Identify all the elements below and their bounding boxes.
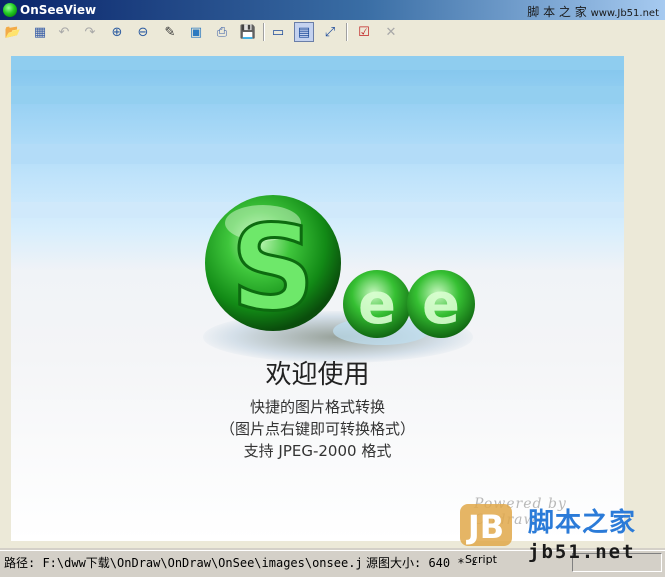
image-view-area[interactable]: S e e 欢迎使用 快捷的图片格式转换 （图片点右键即可转换格式） 支持 JP…: [0, 44, 665, 548]
sky-band: [11, 86, 624, 104]
welcome-line-3: 支持 JPEG-2000 格式: [243, 442, 392, 460]
toolbar-separator: [263, 23, 265, 41]
watermark-site-name: 脚本之家: [528, 508, 637, 538]
logo-letter-s: S: [231, 199, 316, 337]
view-fullscreen-icon[interactable]: ⤢: [320, 22, 340, 42]
window-title: OnSeeView: [20, 3, 97, 17]
redo-icon[interactable]: ↷: [80, 22, 100, 42]
displayed-image[interactable]: S e e 欢迎使用 快捷的图片格式转换 （图片点右键即可转换格式） 支持 JP…: [11, 56, 624, 541]
view-fit-icon[interactable]: ▤: [294, 22, 314, 42]
zoom-out-icon[interactable]: ⊖: [133, 22, 153, 42]
status-script: Script: [465, 553, 497, 566]
view-window-icon[interactable]: ▭: [268, 22, 288, 42]
eyedropper-icon[interactable]: ✎: [160, 22, 180, 42]
save-icon[interactable]: 💾: [238, 22, 258, 42]
watermark-top: 脚 本 之 家 www.Jb51.net: [527, 5, 659, 19]
watermark-site-url: jb51.net: [528, 541, 636, 563]
title-bar: OnSeeView 脚 本 之 家 www.Jb51.net: [0, 0, 665, 20]
status-image-size: 源图大小: 640 * 480: [366, 556, 476, 570]
open-folder-icon[interactable]: 📂: [3, 22, 23, 42]
jb51-logo-icon: JB: [460, 504, 512, 546]
zoom-in-icon[interactable]: ⊕: [107, 22, 127, 42]
print-icon[interactable]: ⎙: [212, 22, 232, 42]
toolbar: 📂 ▦ ↶ ↷ ⊕ ⊖ ✎ ▣ ⎙ 💾 ▭ ▤ ⤢ ☑ ✕: [0, 20, 665, 45]
sky-band: [11, 144, 624, 164]
close-icon[interactable]: ✕: [381, 22, 401, 42]
sky-band: [11, 56, 624, 70]
status-path: 路径: F:\dww下载\OnDraw\OnDraw\OnSee\images\…: [4, 556, 362, 570]
welcome-line-2: （图片点右键即可转换格式）: [219, 420, 415, 438]
logo-letter-e: e: [358, 272, 396, 337]
logo-letter-e: e: [422, 272, 460, 337]
properties-icon[interactable]: ☑: [354, 22, 374, 42]
new-document-icon[interactable]: ▦: [30, 22, 50, 42]
image-adjust-icon[interactable]: ▣: [186, 22, 206, 42]
svg-text:JB: JB: [466, 508, 504, 546]
app-icon: [3, 3, 17, 17]
toolbar-separator: [346, 23, 348, 41]
undo-icon[interactable]: ↶: [54, 22, 74, 42]
onsee-logo: S e e: [205, 195, 475, 345]
welcome-title: 欢迎使用: [265, 360, 370, 390]
welcome-line-1: 快捷的图片格式转换: [249, 398, 385, 416]
